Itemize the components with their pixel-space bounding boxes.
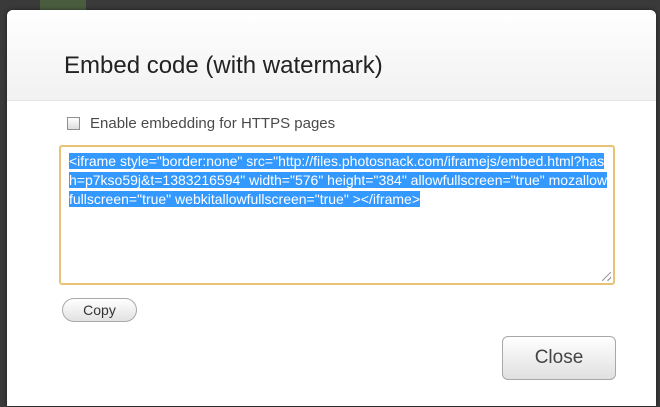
close-button[interactable]: Close xyxy=(502,336,616,380)
embed-code-selection: <iframe style="border:none" src="http://… xyxy=(69,153,607,207)
dialog-title: Embed code (with watermark) xyxy=(64,52,383,79)
resize-grip-icon[interactable] xyxy=(602,272,611,281)
https-embedding-checkbox[interactable] xyxy=(67,116,80,130)
embed-code-text[interactable]: <iframe style="border:none" src="http://… xyxy=(69,152,609,209)
embed-code-dialog: Embed code (with watermark) Enable embed… xyxy=(7,10,656,406)
dialog-header: Embed code (with watermark) xyxy=(7,10,656,101)
https-embedding-option: Enable embedding for HTTPS pages xyxy=(67,113,335,133)
https-embedding-label[interactable]: Enable embedding for HTTPS pages xyxy=(90,115,335,132)
embed-code-textarea[interactable]: <iframe style="border:none" src="http://… xyxy=(59,145,615,285)
copy-button[interactable]: Copy xyxy=(62,298,137,322)
